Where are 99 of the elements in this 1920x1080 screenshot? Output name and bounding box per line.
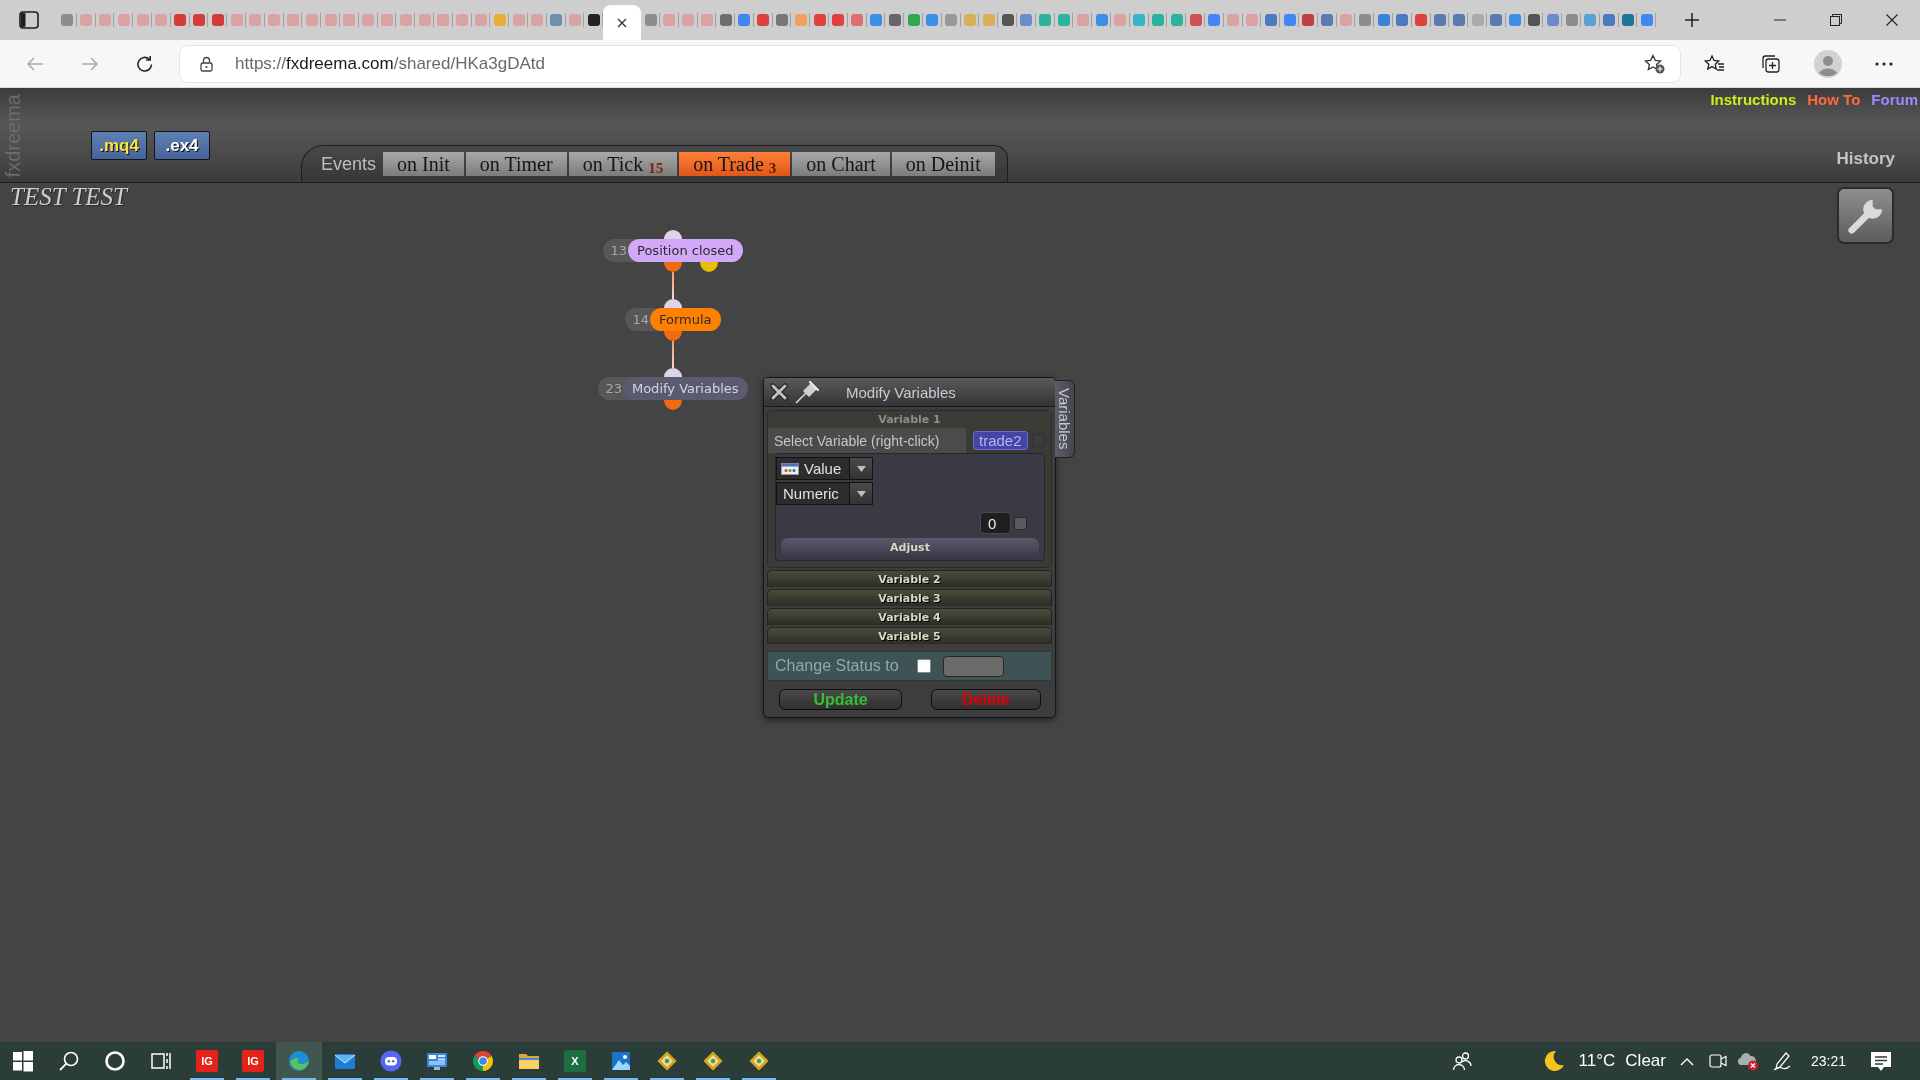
app-logo: IG [196, 1050, 218, 1072]
variable-header[interactable]: Variable 2 [767, 570, 1052, 587]
flow-node[interactable]: 23 Modify Variables [598, 377, 748, 400]
diamond-icon [748, 1050, 770, 1072]
weather-condition[interactable]: Clear [1625, 1051, 1666, 1071]
number-field[interactable]: 0 [980, 512, 1011, 534]
project-title: TEST TEST [10, 183, 127, 210]
checkbox[interactable] [1014, 516, 1027, 530]
variable-chip[interactable]: trade2 [973, 431, 1028, 450]
temperature-text[interactable]: 11°C [1578, 1051, 1616, 1071]
address-field[interactable]: https://fxdreema.com/shared/HKa3gDAtd [180, 45, 1680, 82]
taskbar-app-button[interactable]: IG [184, 1042, 230, 1080]
status-label: Change Status to [775, 657, 899, 675]
input-port-icon[interactable] [664, 299, 682, 308]
adjust-button[interactable]: Adjust [781, 538, 1039, 556]
start-menu-icon[interactable] [12, 1050, 34, 1072]
favorites-icon[interactable] [1704, 53, 1725, 74]
event-tab[interactable]: on Chart [792, 152, 890, 176]
pen-icon[interactable] [1772, 1051, 1791, 1071]
event-tab[interactable]: on Trade 3 [679, 152, 791, 176]
events-label: Events [321, 153, 377, 175]
tab-actions-icon[interactable] [19, 11, 39, 29]
variable-header[interactable]: Variable 3 [767, 589, 1052, 606]
forward-arrow-icon[interactable] [81, 55, 99, 72]
chevron-up-icon[interactable] [1679, 1056, 1694, 1066]
task-view-icon[interactable] [150, 1050, 172, 1072]
dialog-button[interactable]: Update [779, 689, 902, 710]
file-type-button[interactable]: .mq4 [91, 131, 147, 160]
close-icon[interactable] [770, 383, 788, 401]
value-icon [781, 462, 799, 475]
type-dropdown[interactable]: Numeric [776, 482, 873, 505]
dialog-title: Modify Variables [846, 383, 956, 401]
output-port-icon[interactable] [664, 331, 682, 341]
node-label: Formula [650, 308, 721, 331]
monitor-icon [426, 1050, 448, 1072]
node-number: 23 [604, 381, 623, 396]
output-port-icon[interactable] [700, 262, 718, 272]
new-tab-icon[interactable] [1684, 12, 1701, 28]
app-logo: IG [242, 1050, 264, 1072]
output-port-icon[interactable] [664, 400, 682, 410]
variable-header[interactable]: Variable 5 [767, 627, 1052, 644]
event-tab[interactable]: on Init [383, 152, 464, 176]
moon-icon[interactable] [1542, 1050, 1565, 1072]
connector-line [672, 341, 674, 368]
close-tab-icon[interactable] [617, 17, 628, 28]
header-link[interactable]: How To [1807, 91, 1861, 108]
status-input-field[interactable] [942, 655, 1004, 677]
browser-swirl-icon [288, 1050, 310, 1072]
people-icon[interactable] [1451, 1051, 1472, 1071]
history-link[interactable]: History [1836, 149, 1895, 169]
node-number: 13 [609, 243, 629, 258]
restore-icon[interactable] [1830, 14, 1842, 26]
ring-icon[interactable] [104, 1050, 126, 1072]
connector-line [672, 272, 674, 299]
taskbar-app-button[interactable]: X [552, 1042, 598, 1080]
url-text: https://fxdreema.com/shared/HKa3gDAtd [235, 53, 545, 74]
taskbar-app-button[interactable]: IG [230, 1042, 276, 1080]
input-port-icon[interactable] [664, 230, 682, 239]
clock-text[interactable]: 23:21 [1810, 1053, 1846, 1069]
header-link[interactable]: Forum [1871, 91, 1918, 108]
checkbox[interactable] [916, 659, 931, 673]
node-label: Modify Variables [622, 377, 748, 400]
flow-node[interactable]: 13 Position closed [603, 239, 743, 262]
event-tab[interactable]: on Tick 15 [568, 152, 678, 176]
node-number: 14 [631, 312, 650, 327]
close-icon[interactable] [1886, 14, 1898, 26]
cloud-icon[interactable] [1736, 1051, 1759, 1071]
variable-header[interactable]: Variable 4 [767, 608, 1052, 625]
pin-icon[interactable] [794, 380, 820, 404]
source-dropdown[interactable]: Value [776, 457, 873, 480]
chat-app-icon [380, 1050, 402, 1072]
back-arrow-icon[interactable] [26, 55, 44, 72]
lock-icon [200, 55, 213, 72]
node-label: Position closed [628, 239, 743, 262]
output-port-icon[interactable] [664, 262, 682, 272]
chrome-ball-icon [472, 1050, 494, 1072]
camera-icon[interactable] [1708, 1052, 1727, 1070]
header-link[interactable]: Instructions [1710, 91, 1797, 108]
tools-button[interactable] [1837, 187, 1894, 244]
caret-icon [856, 490, 866, 497]
select-variable-label: Select Variable (right-click) [768, 428, 966, 453]
more-options-icon[interactable] [1875, 61, 1893, 66]
app-logo: X [564, 1050, 586, 1072]
search-icon[interactable] [58, 1050, 80, 1072]
diamond-icon [656, 1050, 678, 1072]
caret-icon [856, 465, 866, 472]
refresh-icon[interactable] [136, 54, 154, 73]
add-favorite-icon[interactable] [1644, 53, 1665, 74]
profile-avatar-icon[interactable] [1814, 49, 1842, 78]
diamond-icon [702, 1050, 724, 1072]
file-type-button[interactable]: .ex4 [154, 131, 210, 160]
notification-icon[interactable] [1870, 1050, 1892, 1072]
event-tab[interactable]: on Deinit [891, 152, 995, 176]
variables-side-tab[interactable]: Variables [1055, 380, 1075, 458]
collections-icon[interactable] [1761, 53, 1781, 74]
input-port-icon[interactable] [664, 368, 682, 377]
event-tab[interactable]: on Timer [465, 152, 567, 176]
photos-icon [610, 1050, 632, 1072]
flow-node[interactable]: 14 Formula [625, 308, 721, 331]
